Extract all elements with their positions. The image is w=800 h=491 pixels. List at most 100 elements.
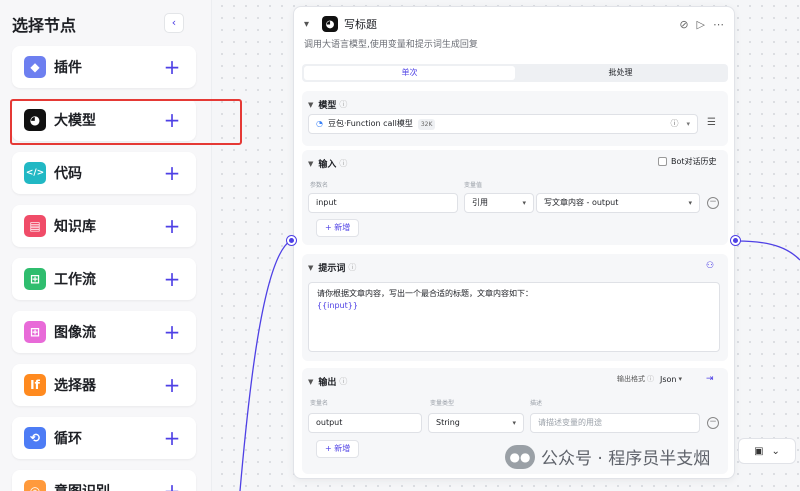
- format-select[interactable]: Json: [660, 375, 677, 384]
- output-port[interactable]: [731, 236, 740, 245]
- column-header: 变量值: [464, 182, 483, 189]
- prompt-textarea[interactable]: 请你根据文章内容，写出一个最合适的标题，文章内容如下： {{input}}: [308, 282, 720, 352]
- ref-type-select[interactable]: 引用 ▾: [464, 193, 534, 213]
- knowledge-icon: ▤: [24, 215, 46, 237]
- column-header: 变量名: [310, 400, 329, 407]
- sidebar-item-label: 图像流: [54, 325, 96, 341]
- remove-icon[interactable]: −: [707, 417, 719, 429]
- watermark-text: 公众号 · 程序员半支烟: [541, 449, 711, 469]
- chevron-down-icon: ▾: [686, 120, 690, 128]
- more-icon[interactable]: ⋯: [713, 18, 724, 31]
- caret-down-icon[interactable]: ▼: [308, 101, 313, 109]
- minimap-icon[interactable]: ▣: [754, 446, 763, 457]
- export-icon[interactable]: ⇥: [706, 374, 714, 384]
- run-icon[interactable]: ▷: [697, 18, 705, 31]
- doubao-logo-icon: ◔: [316, 119, 323, 128]
- selector-icon: If: [24, 374, 46, 396]
- add-plus-icon[interactable]: +: [162, 269, 182, 289]
- checkbox-label: Bot对话历史: [671, 157, 717, 166]
- sidebar-item-label: 意图识别: [54, 481, 162, 491]
- add-plus-icon[interactable]: +: [162, 428, 182, 448]
- param-name-input[interactable]: input: [308, 193, 458, 213]
- model-select[interactable]: ◔ 豆包·Function call模型 32K ⓘ ▾: [308, 114, 698, 134]
- llm-ghost-icon: ◕: [322, 16, 338, 32]
- tab-single[interactable]: 单次: [304, 66, 515, 80]
- prompt-variable: {{input}}: [317, 301, 358, 310]
- sidebar-item-intent[interactable]: ◎ 意图识别 +: [12, 470, 196, 491]
- chevron-down-icon[interactable]: ▾: [304, 19, 318, 30]
- prompt-section: ▼ 提示词 ⓘ ⚇ 请你根据文章内容，写出一个最合适的标题，文章内容如下： {{in…: [302, 254, 728, 361]
- info-icon[interactable]: ⓘ: [670, 115, 678, 133]
- collapse-sidebar-button[interactable]: ‹: [164, 13, 184, 33]
- chevron-down-icon: ▾: [688, 199, 692, 207]
- sidebar-item-knowledge[interactable]: ▤ 知识库 +: [12, 205, 196, 247]
- add-plus-icon[interactable]: +: [162, 375, 182, 395]
- section-title: 输入: [318, 160, 337, 170]
- cube-icon: ◆: [24, 56, 46, 78]
- add-plus-icon[interactable]: +: [162, 481, 182, 491]
- column-header: 描述: [530, 400, 543, 407]
- output-desc-input[interactable]: 请描述变量的用途: [530, 413, 700, 433]
- info-icon: ⓘ: [348, 263, 357, 272]
- sidebar-item-label: 循环: [54, 431, 82, 447]
- code-icon: </>: [24, 162, 46, 184]
- sidebar-item-code[interactable]: </> 代码 +: [12, 152, 196, 194]
- llm-node-panel: ▾ ◕ 写标题 ⊘ ▷ ⋯ 调用大语言模型,使用变量和提示词生成回复 单次 批处…: [293, 6, 735, 479]
- chevron-down-icon: ▾: [678, 375, 683, 383]
- disable-icon[interactable]: ⊘: [679, 18, 688, 31]
- add-plus-icon[interactable]: +: [162, 57, 182, 77]
- sidebar-item-label: 知识库: [54, 219, 96, 235]
- wechat-icon: ●●: [505, 444, 535, 469]
- intent-icon: ◎: [24, 480, 46, 491]
- input-port[interactable]: [287, 236, 296, 245]
- model-name: 豆包·Function call模型: [327, 119, 413, 128]
- chevron-down-icon[interactable]: ⌄: [772, 446, 780, 457]
- output-name-input[interactable]: output: [308, 413, 422, 433]
- section-title: 输出: [318, 378, 337, 388]
- canvas-controls[interactable]: ▣ ⌄: [738, 438, 796, 464]
- node-title[interactable]: 写标题: [344, 16, 377, 32]
- checkbox-box[interactable]: [658, 157, 667, 166]
- caret-down-icon[interactable]: ▼: [308, 160, 313, 168]
- loop-icon: ⟲: [24, 427, 46, 449]
- model-section: ▼ 模型 ⓘ ◔ 豆包·Function call模型 32K ⓘ ▾ ☰: [302, 91, 728, 146]
- sidebar-item-label: 插件: [54, 60, 82, 76]
- info-icon: ⓘ: [647, 375, 654, 383]
- input-section: ▼ 输入 ⓘ Bot对话历史 参数名 变量值 input 引用 ▾ 写文章内容 - o…: [302, 150, 728, 245]
- sidebar-title: 选择节点: [12, 16, 77, 35]
- add-output-button[interactable]: + 新增: [316, 440, 360, 458]
- add-plus-icon[interactable]: +: [162, 163, 182, 183]
- tab-batch[interactable]: 批处理: [515, 66, 726, 80]
- section-title: 模型: [318, 101, 337, 111]
- chevron-down-icon: ▾: [522, 199, 526, 207]
- node-actions: ⊘ ▷ ⋯: [679, 18, 724, 31]
- column-header: 参数名: [310, 182, 329, 189]
- bot-history-checkbox[interactable]: Bot对话历史: [658, 156, 717, 167]
- add-input-button[interactable]: + 新增: [316, 219, 360, 237]
- node-header: ▾ ◕ 写标题 ⊘ ▷ ⋯: [304, 15, 724, 33]
- caret-down-icon[interactable]: ▼: [308, 378, 313, 386]
- sidebar-item-workflow[interactable]: ⊞ 工作流 +: [12, 258, 196, 300]
- workflow-icon: ⊞: [24, 268, 46, 290]
- info-icon: ⓘ: [339, 159, 348, 168]
- sidebar-item-loop[interactable]: ⟲ 循环 +: [12, 417, 196, 459]
- prompt-user-icon[interactable]: ⚇: [706, 261, 714, 271]
- info-icon: ⓘ: [339, 100, 348, 109]
- sidebar-item-selector[interactable]: If 选择器 +: [12, 364, 196, 406]
- model-settings-icon[interactable]: ☰: [707, 117, 716, 128]
- chevron-down-icon: ▾: [512, 419, 516, 427]
- column-header: 变量类型: [430, 400, 455, 407]
- mode-tabs: 单次 批处理: [302, 64, 728, 82]
- add-plus-icon[interactable]: +: [162, 216, 182, 236]
- watermark: ●● 公众号 · 程序员半支烟: [505, 444, 710, 469]
- remove-icon[interactable]: −: [707, 197, 719, 209]
- caret-down-icon[interactable]: ▼: [308, 264, 313, 272]
- sidebar-item-label: 工作流: [54, 272, 96, 288]
- sidebar-item-imageflow[interactable]: ⊞ 图像流 +: [12, 311, 196, 353]
- sidebar-item-label: 选择器: [54, 378, 96, 394]
- output-format: 输出格式 ⓘ Json ▾: [617, 374, 682, 384]
- ref-value-select[interactable]: 写文章内容 - output ▾: [536, 193, 700, 213]
- output-type-select[interactable]: String ▾: [428, 413, 524, 433]
- add-plus-icon[interactable]: +: [162, 322, 182, 342]
- sidebar-item-plugin[interactable]: ◆ 插件 +: [12, 46, 196, 88]
